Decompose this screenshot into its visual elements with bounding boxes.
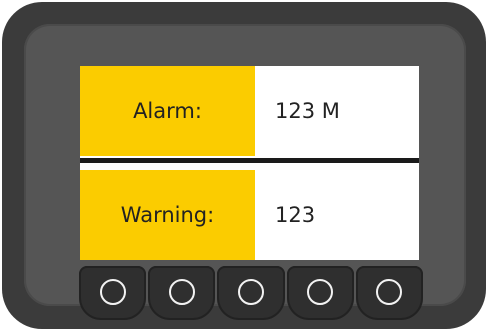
- display-screen: Alarm: 123 M Warning: 123: [80, 66, 419, 260]
- softkey-button-1[interactable]: [79, 266, 147, 320]
- alarm-row: Alarm: 123 M: [80, 66, 419, 156]
- softkey-button-2[interactable]: [148, 266, 216, 320]
- softkey-button-3[interactable]: [217, 266, 285, 320]
- circle-icon: [99, 279, 126, 305]
- alarm-value: 123 M: [275, 99, 340, 123]
- row-divider: [80, 158, 419, 163]
- softkey-button-4[interactable]: [286, 266, 354, 320]
- softkey-bar: [78, 266, 424, 320]
- warning-label: Warning:: [80, 170, 255, 260]
- circle-icon: [168, 279, 195, 305]
- warning-value: 123: [275, 203, 316, 227]
- warning-row: Warning: 123: [80, 170, 419, 260]
- alarm-label: Alarm:: [80, 66, 255, 156]
- circle-icon: [307, 279, 334, 305]
- softkey-button-5[interactable]: [355, 266, 424, 320]
- circle-icon: [376, 279, 403, 305]
- circle-icon: [238, 279, 264, 305]
